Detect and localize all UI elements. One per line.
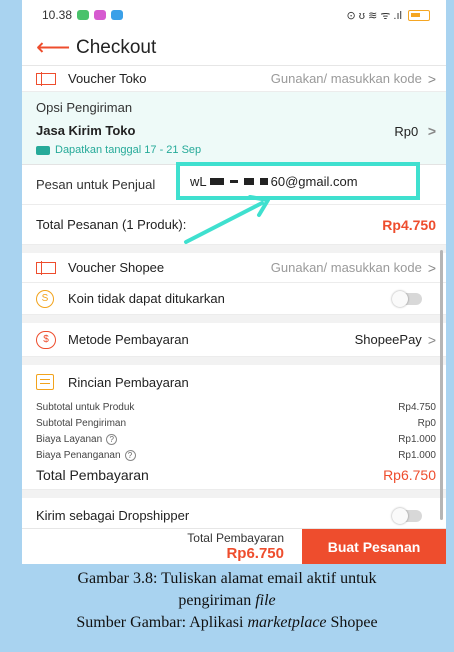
caption-text: Shopee xyxy=(326,614,378,631)
caption-line-2: pengiriman file xyxy=(0,590,454,612)
figure-caption: Gambar 3.8: Tuliskan alamat email aktif … xyxy=(0,568,454,634)
caption-line-1: Gambar 3.8: Tuliskan alamat email aktif … xyxy=(77,570,377,587)
caption-text: pengiriman xyxy=(178,592,256,609)
arrow-shaft xyxy=(184,201,264,244)
caption-italic: file xyxy=(255,592,276,609)
caption-line-3: Sumber Gambar: Aplikasi marketplace Shop… xyxy=(0,612,454,634)
caption-italic: marketplace xyxy=(247,614,327,631)
annotation-arrow xyxy=(184,195,270,244)
caption-text: Sumber Gambar: Aplikasi xyxy=(76,614,248,631)
